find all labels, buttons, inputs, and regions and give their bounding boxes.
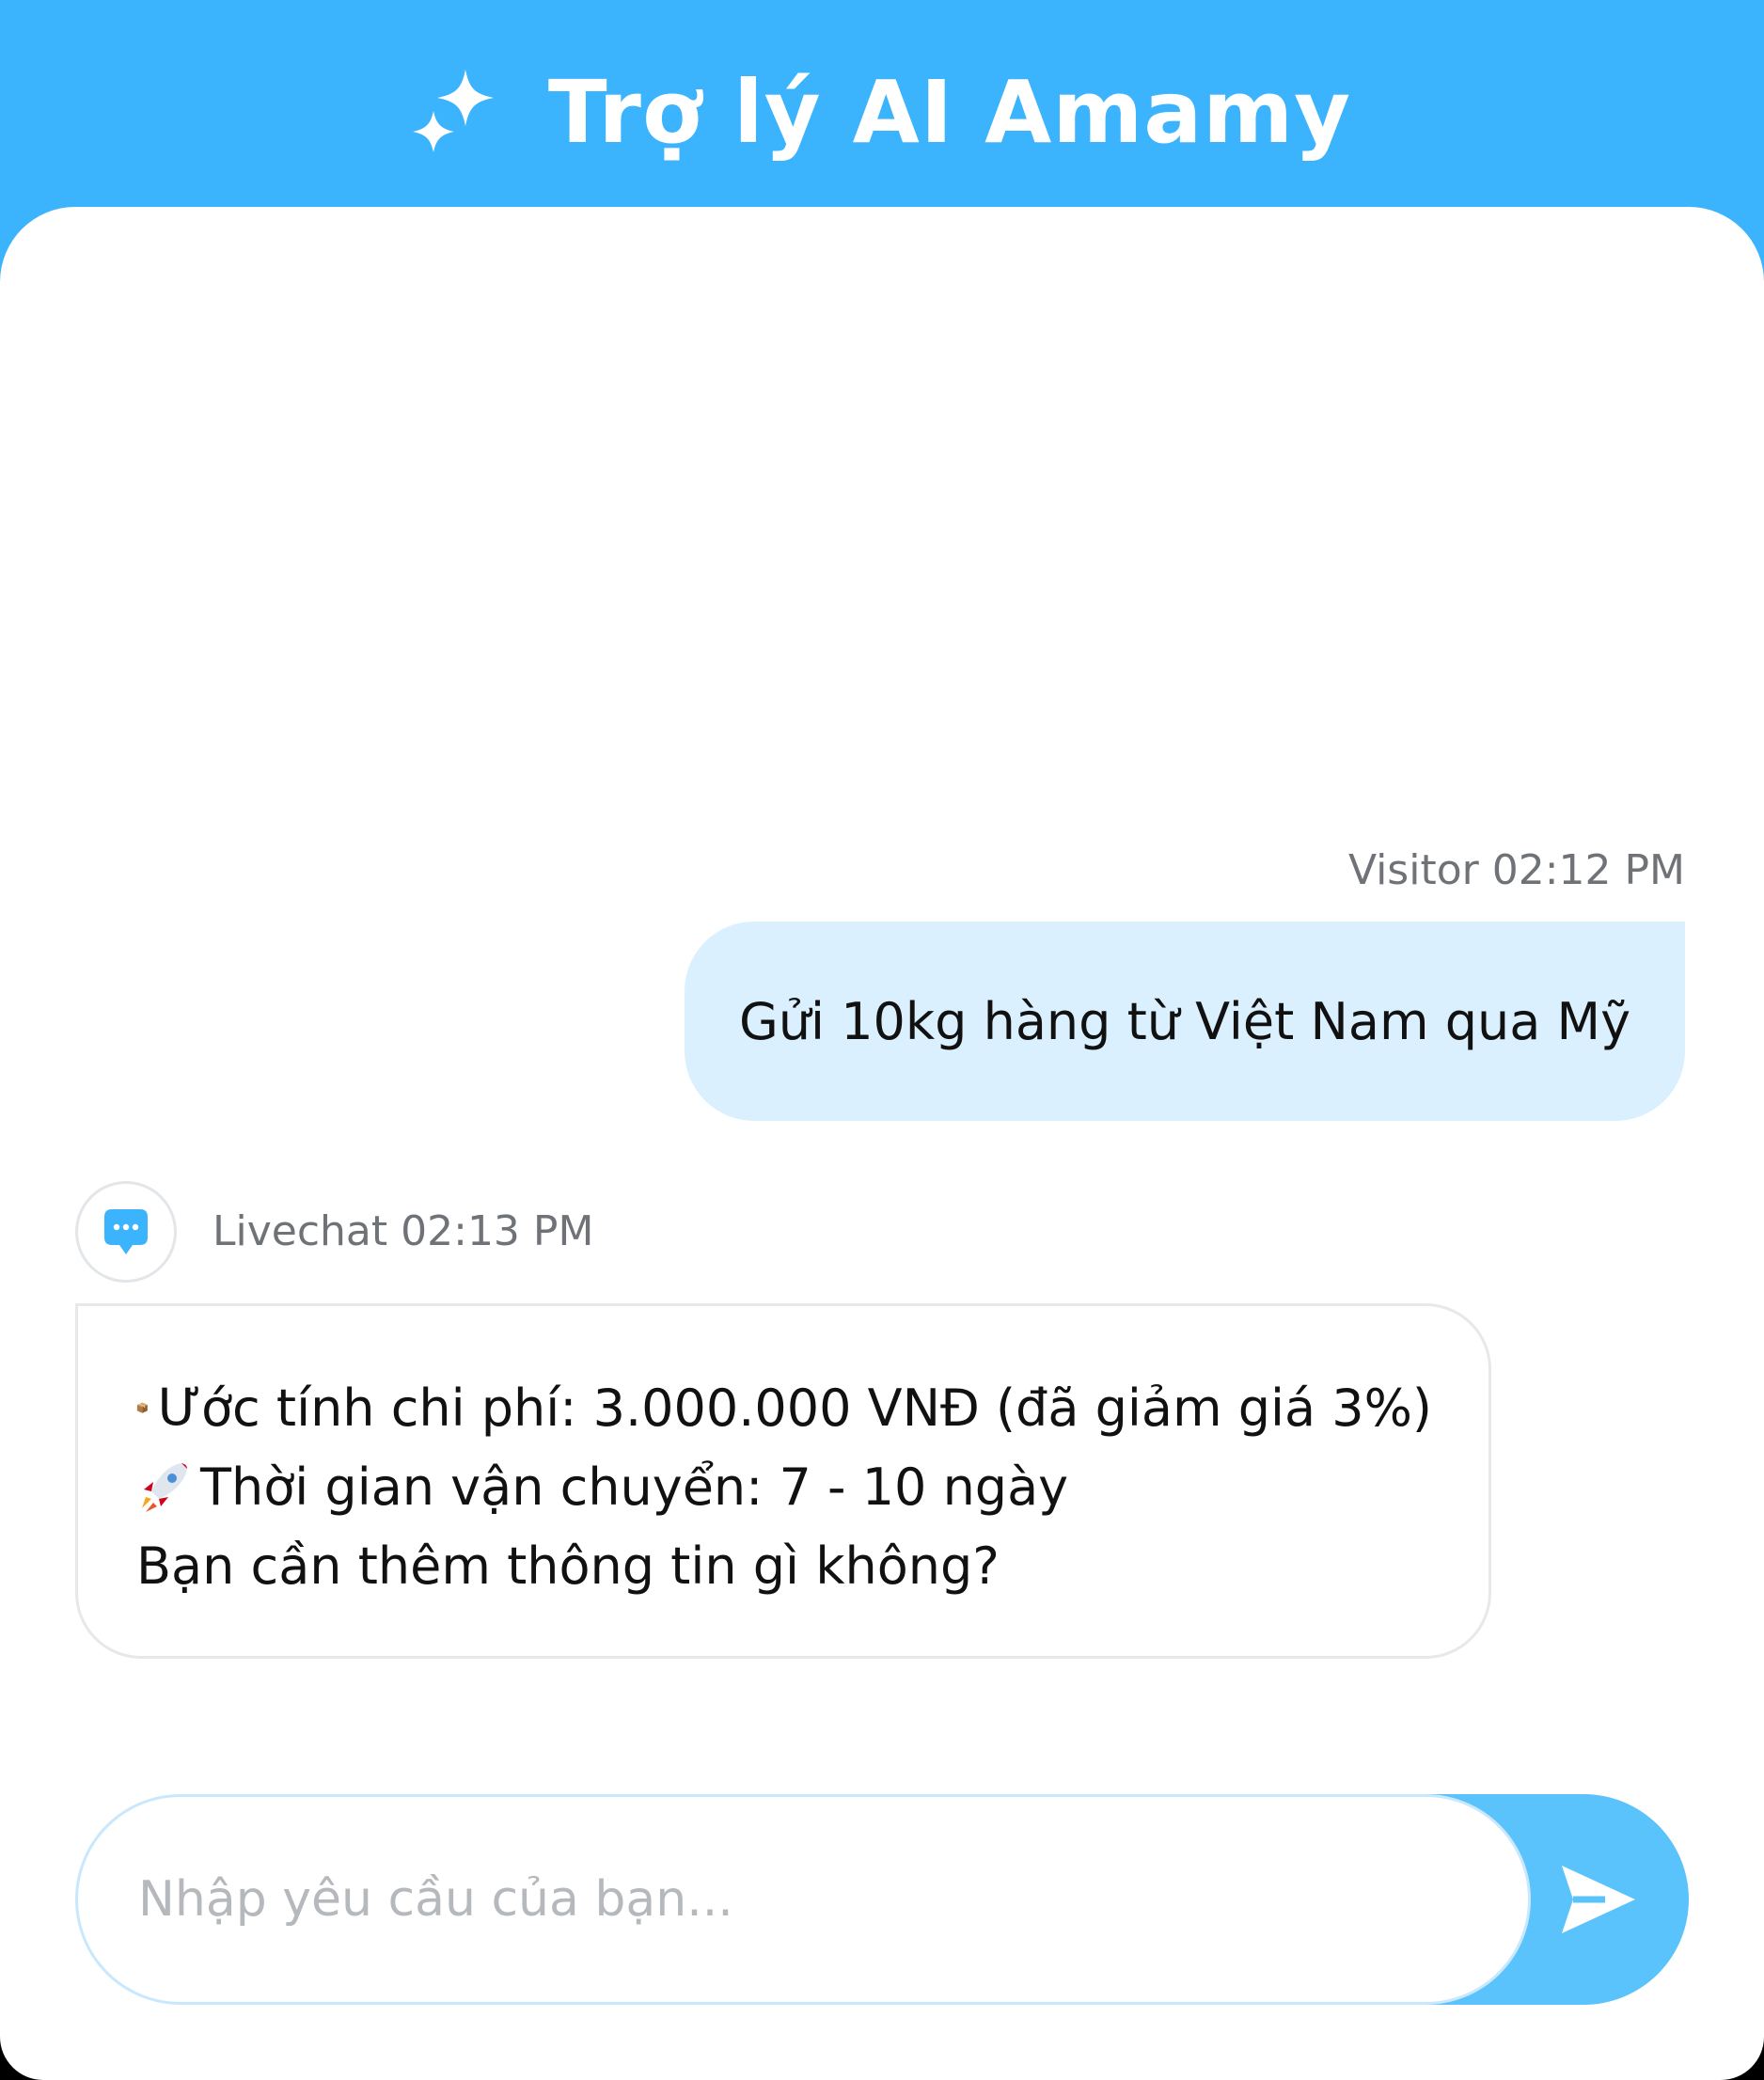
visitor-message-meta: Visitor 02:12 PM (1347, 846, 1685, 894)
chat-widget: Trợ lý AI Amamy Visitor 02:12 PM Gửi 10k… (0, 0, 1764, 2080)
chat-bubble-icon (104, 1209, 148, 1254)
package-icon (136, 1402, 148, 1413)
header-title-group: Trợ lý AI Amamy (412, 62, 1352, 163)
message-line-text: Bạn cần thêm thông tin gì không? (136, 1536, 1000, 1596)
message-input[interactable] (136, 1870, 1457, 1929)
rocket-icon (142, 1463, 187, 1512)
panel-corner-left (0, 2037, 43, 2080)
visitor-message-bubble: Gửi 10kg hàng từ Việt Nam qua Mỹ (685, 922, 1685, 1121)
message-input-wrapper (75, 1794, 1531, 2005)
chat-header: Trợ lý AI Amamy (0, 0, 1764, 235)
message-composer (75, 1794, 1689, 2005)
livechat-message-bubble: Ước tính chi phí: 3.000.000 VNĐ (đã giảm… (75, 1303, 1491, 1659)
livechat-message-meta: Livechat 02:13 PM (213, 1207, 594, 1255)
message-line-text: Ước tính chi phí: 3.000.000 VNĐ (đã giảm… (157, 1378, 1432, 1438)
sparkle-icon (412, 70, 494, 152)
message-line: Thời gian vận chuyển: 7 - 10 ngày (136, 1447, 1432, 1526)
message-line: Bạn cần thêm thông tin gì không? (136, 1526, 1432, 1605)
livechat-avatar (75, 1181, 177, 1283)
visitor-message-text: Gửi 10kg hàng từ Việt Nam qua Mỹ (738, 991, 1631, 1051)
panel-corner-right (1721, 2037, 1764, 2080)
message-line: Ước tính chi phí: 3.000.000 VNĐ (đã giảm… (136, 1368, 1432, 1447)
message-line-text: Thời gian vận chuyển: 7 - 10 ngày (200, 1457, 1069, 1517)
send-icon (1562, 1866, 1635, 1933)
page-title: Trợ lý AI Amamy (547, 62, 1352, 163)
